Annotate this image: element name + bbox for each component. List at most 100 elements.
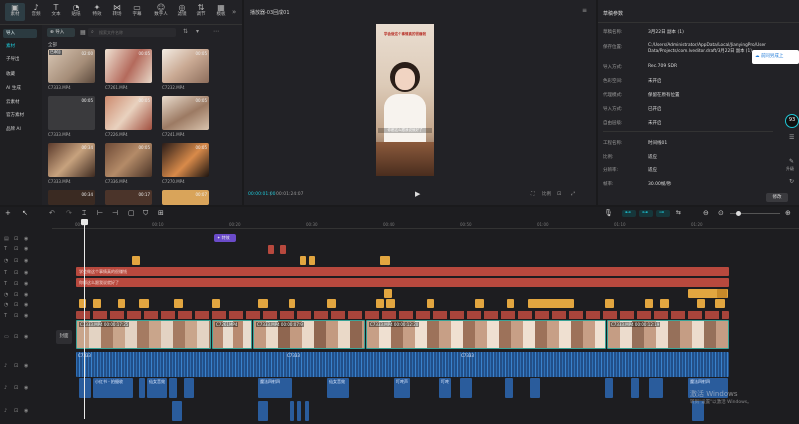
grid-view-icon[interactable]: ▦	[80, 29, 86, 36]
media-card[interactable]: 00:17	[105, 190, 152, 205]
video-clip[interactable]: C7333.MP4 00:00:12:20	[366, 320, 606, 349]
toolbar-filter[interactable]: ◎ 滤镜	[172, 3, 192, 21]
side-tool-icon[interactable]: ↻	[789, 178, 794, 185]
media-card[interactable]: 00:34	[48, 190, 95, 205]
media-card[interactable]: 00:34	[48, 143, 95, 177]
import-button[interactable]: ⊕ 导入	[47, 28, 75, 37]
sticker-clip[interactable]	[327, 299, 336, 308]
sidebar-item-official[interactable]: 官方素材	[3, 111, 37, 120]
sfx-clip[interactable]	[290, 401, 294, 421]
video-clip[interactable]: C7261MP4	[212, 320, 252, 349]
sticker-clip[interactable]	[475, 299, 484, 308]
sticker-clip[interactable]	[715, 299, 725, 308]
side-tool-icon[interactable]: ✎	[789, 158, 794, 165]
player-menu-icon[interactable]: ≡	[582, 7, 587, 14]
filter-dropdown-icon[interactable]: ▾	[196, 28, 199, 35]
toolbar-media[interactable]: ▣ 素材	[5, 3, 25, 21]
sfx-clip[interactable]: 仙女音效	[147, 378, 167, 398]
text-clip[interactable]: 你都这么跟我说就好了	[76, 278, 729, 287]
track-control[interactable]: T ⊡ ◉	[4, 281, 49, 289]
video-preview[interactable]: 学会做这个事情真的很赚钱 你都这么跟我说就好了	[376, 24, 434, 176]
sticker-clip[interactable]	[174, 299, 183, 308]
select-tool-icon[interactable]: ↖	[22, 209, 28, 217]
caption-row[interactable]	[76, 311, 729, 319]
modify-button[interactable]: 修改	[766, 193, 788, 202]
sidebar-item-favorite[interactable]: 收藏	[3, 70, 37, 79]
track-control[interactable]: ♪ ⊡ ◉	[4, 385, 49, 393]
sticker-clip[interactable]	[300, 256, 306, 265]
media-card[interactable]: 00:05	[162, 96, 209, 130]
play-button[interactable]: ▶	[415, 190, 420, 198]
sidebar-item-material[interactable]: 素材	[3, 42, 37, 51]
more-options-icon[interactable]: ⋯	[213, 28, 219, 35]
media-card[interactable]: 00:05	[162, 49, 209, 83]
sfx-clip[interactable]: 仙女音效	[327, 378, 349, 398]
sticker-clip[interactable]	[132, 256, 140, 265]
track-control[interactable]: T ⊡ ◉	[4, 313, 49, 321]
zoom-slider[interactable]	[730, 211, 780, 216]
sidebar-item-brand-ai[interactable]: 品牌 AI	[3, 125, 37, 134]
undo-icon[interactable]: ↶	[49, 209, 55, 217]
preview-axis-toggle[interactable]: ⊸	[656, 209, 670, 217]
small-text-clip[interactable]	[280, 245, 286, 254]
zoom-out-icon[interactable]: ⊖	[703, 209, 709, 217]
text-clip[interactable]: 学会做这个事情真的很赚钱	[76, 267, 729, 276]
toolbar-template[interactable]: ▦ 模板	[211, 3, 231, 21]
sfx-clip[interactable]	[530, 378, 540, 398]
sidebar-item-cloud[interactable]: 云素材	[3, 98, 37, 107]
toolbar-sticker[interactable]: ◔ 贴纸	[66, 3, 86, 21]
sticker-clip[interactable]	[507, 299, 514, 308]
sticker-clip[interactable]	[309, 256, 315, 265]
sfx-clip[interactable]: 魔法四射四	[258, 378, 292, 398]
playhead-handle[interactable]	[81, 219, 88, 225]
track-control[interactable]: ◔ ⊡ ◉	[4, 258, 49, 266]
sticker-clip[interactable]	[118, 299, 125, 308]
sticker-clip[interactable]	[93, 299, 101, 308]
sticker-clip[interactable]	[289, 299, 295, 308]
sfx-clip[interactable]: 叮咚声	[394, 378, 410, 398]
crop-icon[interactable]: ⊞	[158, 209, 164, 217]
small-text-clip[interactable]	[268, 245, 274, 254]
sfx-clip[interactable]	[172, 401, 182, 421]
media-card[interactable]: 已添加 02:00	[48, 49, 95, 83]
track-control[interactable]: ◔ ⊡ ◉	[4, 292, 49, 300]
sfx-clip[interactable]: 小红书 - 拍摄收	[93, 378, 133, 398]
sfx-clip[interactable]	[297, 401, 301, 421]
track-control[interactable]: ♪ ⊡ ◉	[4, 363, 49, 371]
floating-popup[interactable]: ☁ 前同另成上	[752, 50, 799, 64]
track-control[interactable]: T ⊡ ◉	[4, 246, 49, 254]
sort-icon[interactable]: ⇅	[183, 28, 188, 35]
sfx-clip[interactable]	[505, 378, 513, 398]
screenshot-icon[interactable]: ⊡	[557, 191, 561, 197]
cover-button[interactable]: 封面	[56, 330, 72, 344]
toolbar-adjust[interactable]: ⇅ 调节	[191, 3, 211, 21]
sidebar-item-import[interactable]: 导入	[3, 29, 37, 38]
media-card[interactable]: 00:05	[105, 96, 152, 130]
sticker-clip[interactable]	[697, 299, 705, 308]
media-card[interactable]: 00:05	[162, 143, 209, 177]
link-toggle[interactable]: ⊶	[639, 209, 653, 217]
ratio-button[interactable]: 比例	[542, 191, 551, 197]
sticker-clip[interactable]	[660, 299, 669, 308]
delete-icon[interactable]: ▢	[128, 209, 135, 217]
toolbar-text[interactable]: T 文本	[46, 3, 66, 21]
sticker-clip[interactable]	[605, 299, 614, 308]
sticker-clip[interactable]	[212, 299, 220, 308]
sticker-clip[interactable]	[645, 299, 653, 308]
zoom-slider-handle[interactable]	[736, 211, 741, 216]
sfx-clip[interactable]: 叮咚	[439, 378, 451, 398]
upgrade-label[interactable]: 升级	[786, 166, 794, 172]
media-card[interactable]: 00:05	[48, 96, 95, 130]
sticker-clip[interactable]	[427, 299, 434, 308]
side-tool-icon[interactable]: ☰	[789, 134, 794, 141]
zoom-in-icon[interactable]: ⊕	[785, 209, 791, 217]
sticker-clip[interactable]	[258, 299, 268, 308]
track-control[interactable]: T ⊡ ◉	[4, 270, 49, 278]
toolbar-transition[interactable]: ⋈ 转场	[107, 3, 127, 21]
sfx-clip[interactable]	[169, 378, 177, 398]
media-card[interactable]: 00:07	[162, 190, 209, 205]
sticker-clip[interactable]	[380, 256, 390, 265]
align-icon[interactable]: ⇆	[676, 209, 681, 216]
split-icon[interactable]: ⌶	[82, 209, 86, 218]
magnet-toggle[interactable]: ⊷	[622, 209, 636, 217]
